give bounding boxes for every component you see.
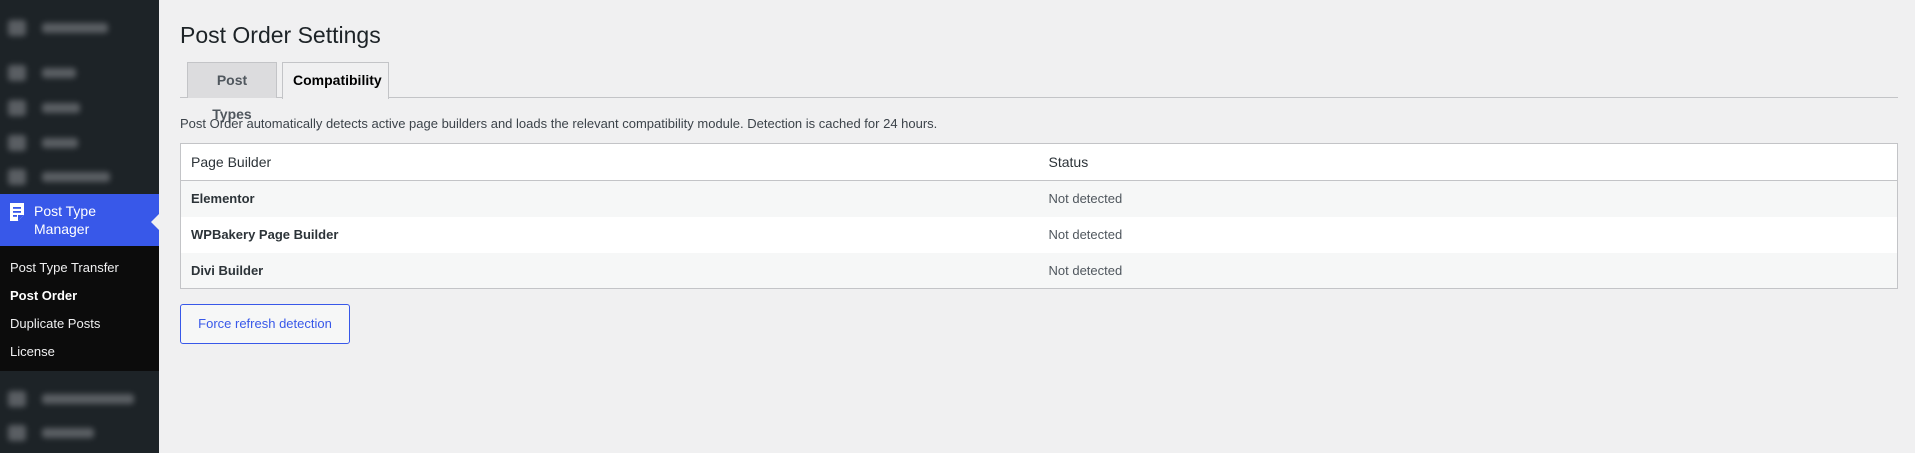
column-header-page-builder: Page Builder: [180, 143, 1039, 181]
submenu-item-license[interactable]: License: [0, 338, 159, 366]
sidebar-item-label: Post Type Manager: [34, 203, 97, 237]
builder-status: Not detected: [1038, 216, 1898, 253]
table-header-row: Page Builder Status: [180, 143, 1898, 181]
sidebar-item-blurred[interactable]: [0, 95, 159, 121]
pages-icon: [8, 135, 26, 151]
page-builder-table: Page Builder Status Elementor Not detect…: [180, 143, 1898, 289]
comments-icon: [8, 169, 26, 185]
submenu-item-duplicate-posts[interactable]: Duplicate Posts: [0, 310, 159, 338]
builder-name: WPBakery Page Builder: [180, 216, 1039, 253]
woocommerce-icon: [8, 391, 26, 407]
dashboard-icon: [8, 20, 26, 36]
sidebar-submenu: Post Type Transfer Post Order Duplicate …: [0, 246, 159, 371]
products-icon: [8, 425, 26, 441]
sidebar-item-blurred[interactable]: [0, 15, 159, 41]
tab-compatibility[interactable]: Compatibility: [282, 62, 389, 99]
sidebar-item-post-type-manager[interactable]: Post Type Manager: [0, 194, 159, 246]
tab-post-types[interactable]: Post Types: [187, 62, 277, 122]
sidebar-item-blurred[interactable]: [0, 60, 159, 86]
current-menu-arrow: [151, 214, 159, 230]
compatibility-description: Post Order automatically detects active …: [180, 116, 938, 131]
submenu-item-post-type-transfer[interactable]: Post Type Transfer: [0, 254, 159, 282]
submenu-item-post-order[interactable]: Post Order: [0, 282, 159, 310]
table-row: Divi Builder Not detected: [180, 252, 1898, 289]
page-title: Post Order Settings: [180, 22, 381, 48]
builder-name: Elementor: [180, 180, 1039, 217]
table-row: WPBakery Page Builder Not detected: [180, 216, 1898, 253]
force-refresh-button[interactable]: Force refresh detection: [180, 304, 350, 344]
sidebar-item-blurred[interactable]: [0, 420, 159, 446]
sidebar-item-blurred[interactable]: [0, 386, 159, 412]
sidebar-item-blurred[interactable]: [0, 164, 159, 190]
column-header-status: Status: [1038, 143, 1898, 181]
document-icon: [10, 203, 24, 221]
builder-name: Divi Builder: [180, 252, 1039, 289]
admin-sidebar: Post Type Manager Post Type Transfer Pos…: [0, 0, 159, 453]
settings-tabs: Post Types Compatibility: [180, 62, 1898, 122]
media-icon: [8, 100, 26, 116]
table-row: Elementor Not detected: [180, 180, 1898, 217]
builder-status: Not detected: [1038, 180, 1898, 217]
builder-status: Not detected: [1038, 252, 1898, 289]
pin-icon: [8, 65, 26, 81]
sidebar-item-blurred[interactable]: [0, 130, 159, 156]
